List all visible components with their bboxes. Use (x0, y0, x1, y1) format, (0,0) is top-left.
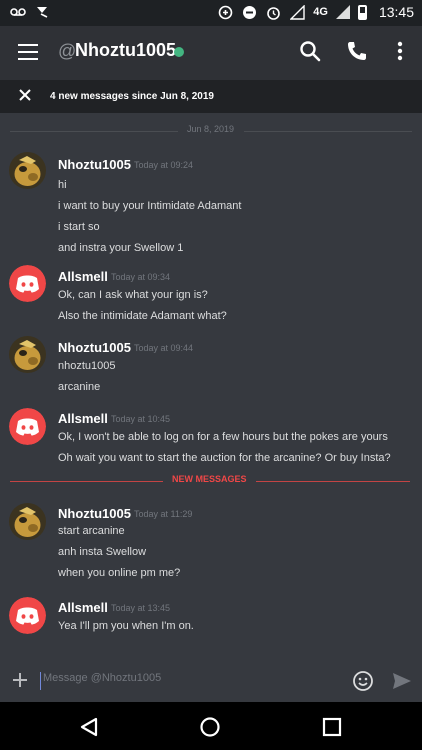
message-text: Oh wait you want to start the auction fo… (58, 452, 391, 464)
new-messages-banner[interactable]: 4 new messages since Jun 8, 2019 (0, 80, 422, 113)
navigation-bar (0, 702, 422, 750)
new-messages-divider: NEW MESSAGES (0, 474, 422, 488)
hamburger-menu-icon[interactable] (18, 44, 38, 60)
date-divider: Jun 8, 2019 (0, 124, 422, 138)
message-author[interactable]: Allsmell (58, 411, 108, 426)
message-input[interactable]: Message @Nhoztu1005 (40, 672, 343, 690)
message-text: anh insta Swellow (58, 546, 147, 558)
home-icon[interactable] (199, 716, 221, 738)
network-type-label: 4G (313, 6, 328, 18)
message-group: Nhoztu1005 Today at 09:44 nhoztu1005 arc… (0, 335, 422, 401)
message-text: Also the intimidate Adamant what? (58, 310, 227, 322)
signal-no-data-icon (289, 4, 305, 20)
avatar[interactable] (9, 408, 46, 445)
message-timestamp: Today at 11:29 (134, 509, 193, 519)
message-author[interactable]: Nhoztu1005 (58, 340, 131, 355)
discord-default-avatar-icon (9, 597, 46, 634)
avatar[interactable] (9, 336, 46, 373)
cell-signal-icon (335, 5, 350, 19)
message-timestamp: Today at 10:45 (111, 414, 171, 424)
message-text: hi (58, 179, 67, 191)
avatar[interactable] (9, 265, 46, 302)
close-icon[interactable] (18, 88, 32, 102)
message-text: Ok, can I ask what your ign is? (58, 289, 208, 301)
emoji-icon[interactable] (352, 670, 374, 692)
data-saver-icon (217, 4, 233, 20)
date-divider-label: Jun 8, 2019 (187, 124, 235, 134)
avatar[interactable] (9, 503, 46, 540)
message-group: Nhoztu1005 Today at 11:29 start arcanine… (0, 502, 422, 590)
channel-title[interactable]: Nhoztu1005 (75, 40, 176, 61)
alarm-icon (265, 4, 281, 20)
banner-text: 4 new messages since Jun 8, 2019 (50, 91, 214, 102)
do-not-disturb-icon (241, 4, 257, 20)
notification-app-icon (34, 4, 50, 20)
message-timestamp: Today at 13:45 (111, 603, 171, 613)
message-author[interactable]: Allsmell (58, 269, 108, 284)
more-vertical-icon[interactable] (388, 39, 414, 65)
message-list[interactable]: Jun 8, 2019 Nhoztu1005 Today at 09:24 hi… (0, 113, 422, 660)
message-timestamp: Today at 09:24 (134, 160, 194, 170)
message-text: i want to buy your Intimidate Adamant (58, 200, 242, 212)
online-status-indicator (174, 47, 184, 57)
avatar[interactable] (9, 152, 46, 189)
message-group: Allsmell Today at 13:45 Yea I'll pm you … (0, 596, 422, 642)
discord-default-avatar-icon (9, 265, 46, 302)
message-author[interactable]: Allsmell (58, 600, 108, 615)
message-text: nhoztu1005 (58, 360, 116, 372)
new-messages-divider-label: NEW MESSAGES (172, 474, 247, 484)
recents-icon[interactable] (321, 716, 343, 738)
message-text: arcanine (58, 381, 101, 393)
nhoztu-avatar-icon (9, 152, 46, 189)
message-group: Nhoztu1005 Today at 09:24 hi i want to b… (0, 151, 422, 261)
message-text: i start so (58, 221, 100, 233)
message-author[interactable]: Nhoztu1005 (58, 157, 131, 172)
message-text: when you online pm me? (58, 567, 181, 579)
send-icon[interactable] (392, 671, 412, 691)
message-composer: Message @Nhoztu1005 (0, 660, 422, 702)
message-group: Allsmell Today at 09:34 Ok, can I ask wh… (0, 264, 422, 330)
message-text: Yea I'll pm you when I'm on. (58, 620, 194, 632)
add-icon[interactable] (12, 672, 28, 688)
search-icon[interactable] (298, 39, 324, 65)
clock: 13:45 (378, 4, 414, 20)
channel-at-symbol: @ (58, 41, 77, 61)
message-author[interactable]: Nhoztu1005 (58, 506, 131, 521)
phone-call-icon[interactable] (345, 39, 371, 65)
battery-icon (357, 4, 367, 20)
nhoztu-avatar-icon (9, 336, 46, 373)
status-bar: 4G 13:45 (0, 0, 422, 26)
message-text: start arcanine (58, 525, 125, 537)
message-group: Allsmell Today at 10:45 Ok, I won't be a… (0, 407, 422, 473)
message-text: and instra your Swellow 1 (58, 242, 184, 254)
voicemail-icon (10, 4, 26, 20)
message-timestamp: Today at 09:44 (134, 343, 194, 353)
back-icon[interactable] (78, 716, 100, 738)
discord-default-avatar-icon (9, 408, 46, 445)
message-text: Ok, I won't be able to log on for a few … (58, 431, 388, 443)
chat-header: @ Nhoztu1005 (0, 26, 422, 80)
nhoztu-avatar-icon (9, 503, 46, 540)
message-timestamp: Today at 09:34 (111, 272, 171, 282)
avatar[interactable] (9, 597, 46, 634)
